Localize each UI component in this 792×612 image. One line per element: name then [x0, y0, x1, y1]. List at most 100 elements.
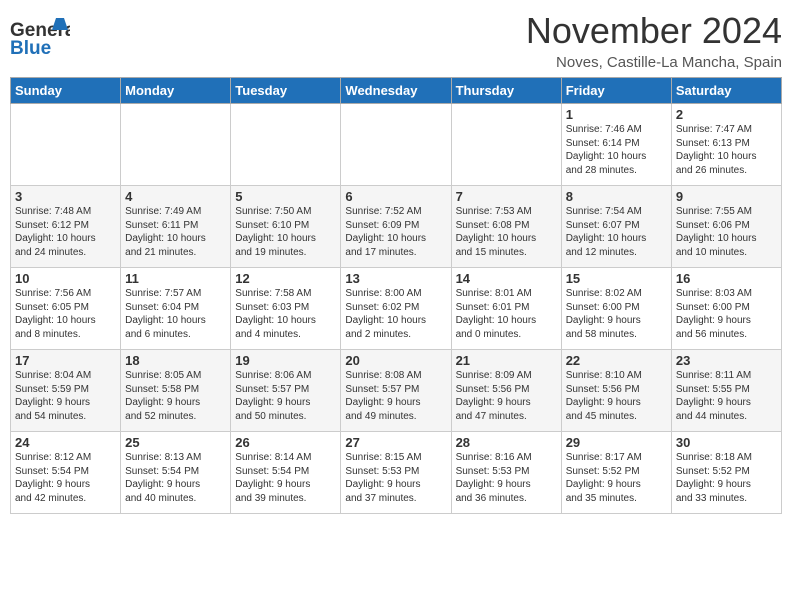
calendar-day-cell: 11Sunrise: 7:57 AM Sunset: 6:04 PM Dayli…: [121, 268, 231, 350]
day-info: Sunrise: 7:58 AM Sunset: 6:03 PM Dayligh…: [235, 287, 336, 341]
day-number: 8: [566, 189, 667, 204]
calendar-day-cell: 21Sunrise: 8:09 AM Sunset: 5:56 PM Dayli…: [451, 350, 561, 432]
day-info: Sunrise: 7:48 AM Sunset: 6:12 PM Dayligh…: [15, 205, 116, 259]
calendar-week-row: 3Sunrise: 7:48 AM Sunset: 6:12 PM Daylig…: [11, 186, 782, 268]
day-number: 14: [456, 271, 557, 286]
day-info: Sunrise: 8:14 AM Sunset: 5:54 PM Dayligh…: [235, 451, 336, 505]
location-subtitle: Noves, Castille-La Mancha, Spain: [526, 54, 782, 71]
day-number: 29: [566, 435, 667, 450]
day-number: 15: [566, 271, 667, 286]
day-number: 5: [235, 189, 336, 204]
day-number: 11: [125, 271, 226, 286]
day-info: Sunrise: 8:17 AM Sunset: 5:52 PM Dayligh…: [566, 451, 667, 505]
day-info: Sunrise: 8:13 AM Sunset: 5:54 PM Dayligh…: [125, 451, 226, 505]
calendar-week-row: 10Sunrise: 7:56 AM Sunset: 6:05 PM Dayli…: [11, 268, 782, 350]
day-number: 7: [456, 189, 557, 204]
calendar-header-row: SundayMondayTuesdayWednesdayThursdayFrid…: [11, 78, 782, 104]
day-number: 13: [345, 271, 446, 286]
calendar-day-cell: [341, 104, 451, 186]
day-info: Sunrise: 8:10 AM Sunset: 5:56 PM Dayligh…: [566, 369, 667, 423]
day-number: 12: [235, 271, 336, 286]
calendar-day-cell: 27Sunrise: 8:15 AM Sunset: 5:53 PM Dayli…: [341, 432, 451, 514]
calendar-day-cell: 20Sunrise: 8:08 AM Sunset: 5:57 PM Dayli…: [341, 350, 451, 432]
calendar-table: SundayMondayTuesdayWednesdayThursdayFrid…: [10, 77, 782, 514]
calendar-day-cell: 22Sunrise: 8:10 AM Sunset: 5:56 PM Dayli…: [561, 350, 671, 432]
day-number: 30: [676, 435, 777, 450]
calendar-day-cell: 28Sunrise: 8:16 AM Sunset: 5:53 PM Dayli…: [451, 432, 561, 514]
day-number: 22: [566, 353, 667, 368]
day-info: Sunrise: 8:03 AM Sunset: 6:00 PM Dayligh…: [676, 287, 777, 341]
day-number: 4: [125, 189, 226, 204]
day-info: Sunrise: 7:46 AM Sunset: 6:14 PM Dayligh…: [566, 123, 667, 177]
logo: General Blue: [10, 14, 70, 56]
calendar-day-cell: 16Sunrise: 8:03 AM Sunset: 6:00 PM Dayli…: [671, 268, 781, 350]
calendar-day-cell: 15Sunrise: 8:02 AM Sunset: 6:00 PM Dayli…: [561, 268, 671, 350]
calendar-day-cell: 4Sunrise: 7:49 AM Sunset: 6:11 PM Daylig…: [121, 186, 231, 268]
day-info: Sunrise: 8:06 AM Sunset: 5:57 PM Dayligh…: [235, 369, 336, 423]
day-number: 18: [125, 353, 226, 368]
day-number: 27: [345, 435, 446, 450]
calendar-day-cell: 23Sunrise: 8:11 AM Sunset: 5:55 PM Dayli…: [671, 350, 781, 432]
calendar-day-cell: 9Sunrise: 7:55 AM Sunset: 6:06 PM Daylig…: [671, 186, 781, 268]
weekday-header: Thursday: [451, 78, 561, 104]
calendar-week-row: 1Sunrise: 7:46 AM Sunset: 6:14 PM Daylig…: [11, 104, 782, 186]
day-info: Sunrise: 8:15 AM Sunset: 5:53 PM Dayligh…: [345, 451, 446, 505]
day-number: 6: [345, 189, 446, 204]
weekday-header: Saturday: [671, 78, 781, 104]
day-info: Sunrise: 8:05 AM Sunset: 5:58 PM Dayligh…: [125, 369, 226, 423]
calendar-day-cell: 5Sunrise: 7:50 AM Sunset: 6:10 PM Daylig…: [231, 186, 341, 268]
day-number: 23: [676, 353, 777, 368]
calendar-day-cell: 25Sunrise: 8:13 AM Sunset: 5:54 PM Dayli…: [121, 432, 231, 514]
day-info: Sunrise: 7:57 AM Sunset: 6:04 PM Dayligh…: [125, 287, 226, 341]
calendar-day-cell: 17Sunrise: 8:04 AM Sunset: 5:59 PM Dayli…: [11, 350, 121, 432]
day-info: Sunrise: 7:56 AM Sunset: 6:05 PM Dayligh…: [15, 287, 116, 341]
calendar-day-cell: 7Sunrise: 7:53 AM Sunset: 6:08 PM Daylig…: [451, 186, 561, 268]
day-info: Sunrise: 7:52 AM Sunset: 6:09 PM Dayligh…: [345, 205, 446, 259]
day-number: 9: [676, 189, 777, 204]
calendar-day-cell: [231, 104, 341, 186]
calendar-day-cell: 2Sunrise: 7:47 AM Sunset: 6:13 PM Daylig…: [671, 104, 781, 186]
calendar-day-cell: 29Sunrise: 8:17 AM Sunset: 5:52 PM Dayli…: [561, 432, 671, 514]
day-number: 24: [15, 435, 116, 450]
page-header: General Blue November 2024 Noves, Castil…: [10, 10, 782, 71]
calendar-day-cell: 14Sunrise: 8:01 AM Sunset: 6:01 PM Dayli…: [451, 268, 561, 350]
day-info: Sunrise: 8:11 AM Sunset: 5:55 PM Dayligh…: [676, 369, 777, 423]
day-info: Sunrise: 7:47 AM Sunset: 6:13 PM Dayligh…: [676, 123, 777, 177]
calendar-day-cell: [451, 104, 561, 186]
calendar-day-cell: 19Sunrise: 8:06 AM Sunset: 5:57 PM Dayli…: [231, 350, 341, 432]
day-number: 1: [566, 107, 667, 122]
day-number: 10: [15, 271, 116, 286]
day-number: 2: [676, 107, 777, 122]
day-number: 17: [15, 353, 116, 368]
calendar-day-cell: 12Sunrise: 7:58 AM Sunset: 6:03 PM Dayli…: [231, 268, 341, 350]
day-number: 21: [456, 353, 557, 368]
calendar-day-cell: 30Sunrise: 8:18 AM Sunset: 5:52 PM Dayli…: [671, 432, 781, 514]
calendar-day-cell: 8Sunrise: 7:54 AM Sunset: 6:07 PM Daylig…: [561, 186, 671, 268]
day-number: 26: [235, 435, 336, 450]
svg-text:Blue: Blue: [10, 38, 51, 56]
day-info: Sunrise: 7:50 AM Sunset: 6:10 PM Dayligh…: [235, 205, 336, 259]
day-number: 28: [456, 435, 557, 450]
day-number: 25: [125, 435, 226, 450]
calendar-week-row: 17Sunrise: 8:04 AM Sunset: 5:59 PM Dayli…: [11, 350, 782, 432]
month-title: November 2024: [526, 10, 782, 52]
calendar-day-cell: 18Sunrise: 8:05 AM Sunset: 5:58 PM Dayli…: [121, 350, 231, 432]
weekday-header: Tuesday: [231, 78, 341, 104]
day-info: Sunrise: 7:54 AM Sunset: 6:07 PM Dayligh…: [566, 205, 667, 259]
weekday-header: Sunday: [11, 78, 121, 104]
day-info: Sunrise: 8:01 AM Sunset: 6:01 PM Dayligh…: [456, 287, 557, 341]
weekday-header: Monday: [121, 78, 231, 104]
day-number: 20: [345, 353, 446, 368]
day-info: Sunrise: 8:00 AM Sunset: 6:02 PM Dayligh…: [345, 287, 446, 341]
calendar-day-cell: 26Sunrise: 8:14 AM Sunset: 5:54 PM Dayli…: [231, 432, 341, 514]
day-info: Sunrise: 8:08 AM Sunset: 5:57 PM Dayligh…: [345, 369, 446, 423]
weekday-header: Wednesday: [341, 78, 451, 104]
calendar-day-cell: 24Sunrise: 8:12 AM Sunset: 5:54 PM Dayli…: [11, 432, 121, 514]
title-area: November 2024 Noves, Castille-La Mancha,…: [526, 10, 782, 71]
calendar-week-row: 24Sunrise: 8:12 AM Sunset: 5:54 PM Dayli…: [11, 432, 782, 514]
calendar-day-cell: [121, 104, 231, 186]
day-info: Sunrise: 8:12 AM Sunset: 5:54 PM Dayligh…: [15, 451, 116, 505]
calendar-day-cell: 13Sunrise: 8:00 AM Sunset: 6:02 PM Dayli…: [341, 268, 451, 350]
day-info: Sunrise: 8:16 AM Sunset: 5:53 PM Dayligh…: [456, 451, 557, 505]
day-info: Sunrise: 8:18 AM Sunset: 5:52 PM Dayligh…: [676, 451, 777, 505]
